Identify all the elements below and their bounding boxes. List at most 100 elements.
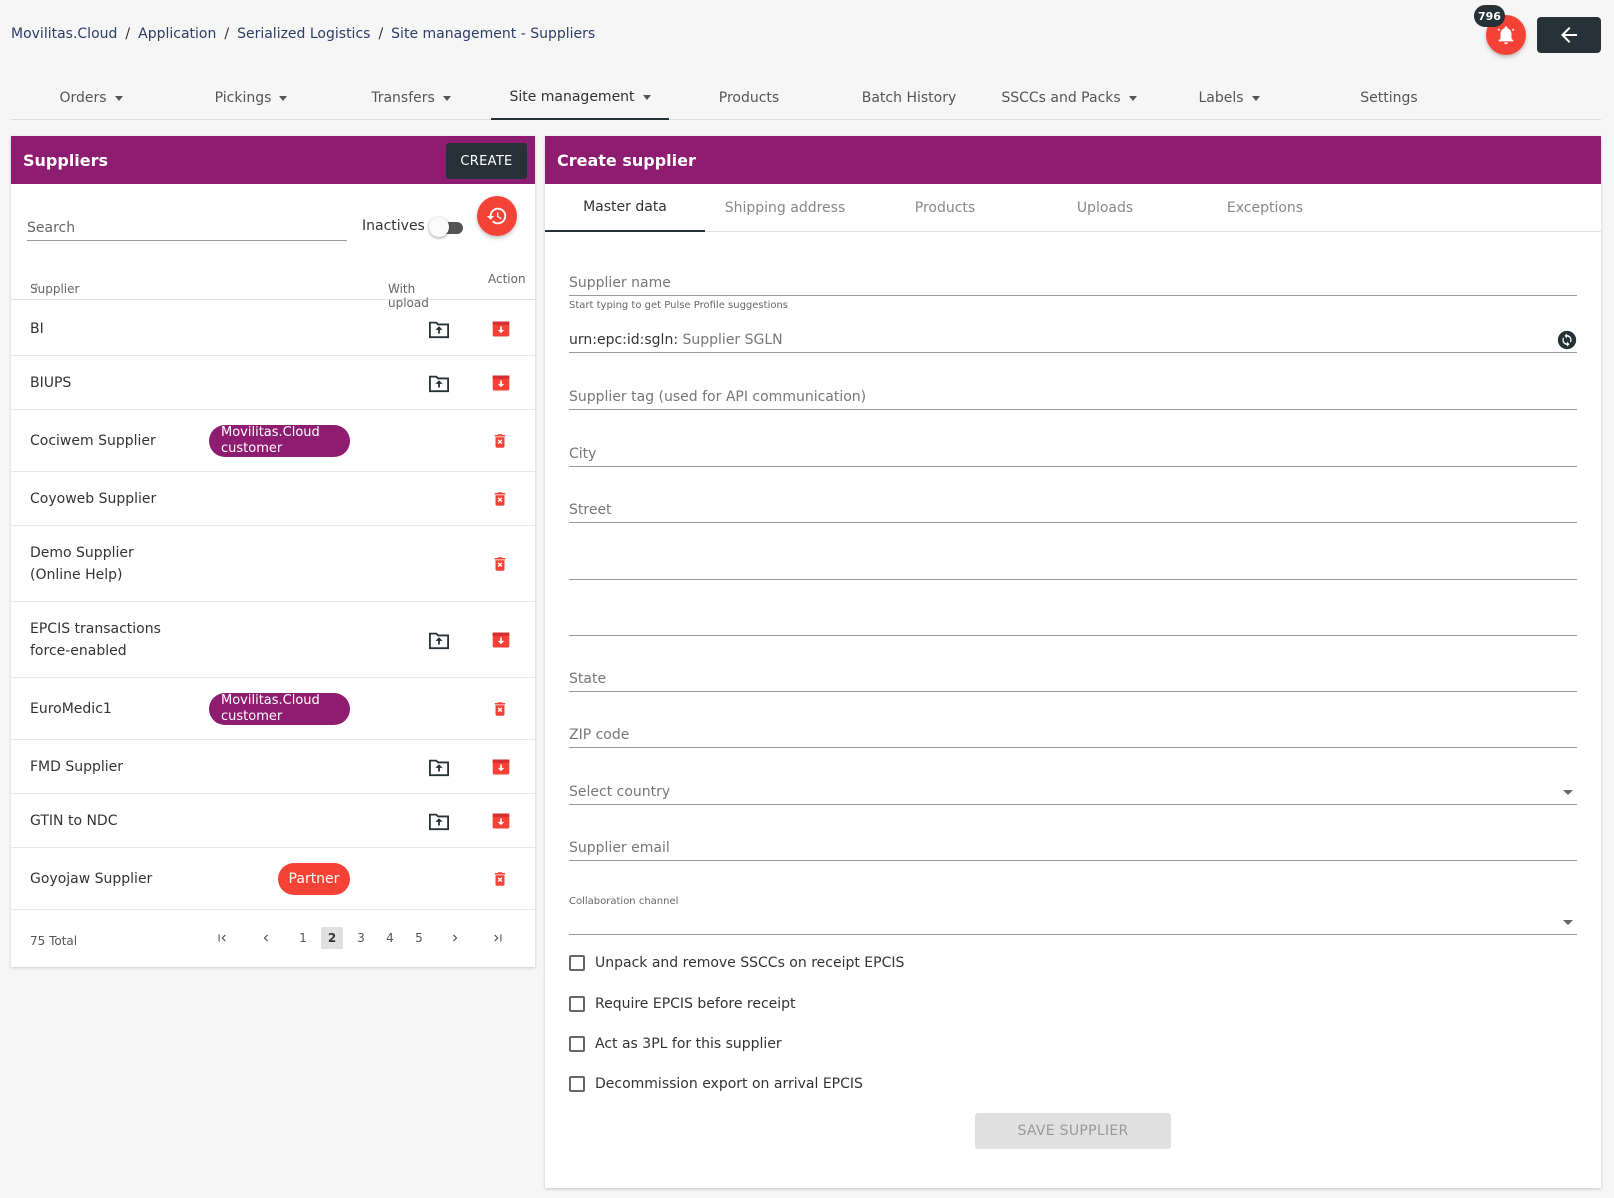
folder-upload-icon[interactable] [428, 630, 450, 654]
table-row[interactable]: FMD Supplier [11, 740, 535, 794]
table-row[interactable]: Cociwem Supplier Movilitas.Cloud customer [11, 410, 535, 472]
tab-exceptions[interactable]: Exceptions [1185, 184, 1345, 232]
street2-field[interactable] [569, 556, 1577, 580]
page-1[interactable]: 1 [292, 927, 314, 949]
decommission-export-checkbox[interactable]: Decommission export on arrival EPCIS [569, 1076, 863, 1092]
supplier-name: Coyoweb Supplier [30, 491, 157, 507]
supplier-name: BI [30, 321, 44, 337]
nav-labels[interactable]: Labels [1149, 76, 1309, 120]
last-page-button[interactable] [487, 927, 509, 949]
tab-master-data[interactable]: Master data [545, 184, 705, 232]
first-page-button[interactable] [211, 927, 233, 949]
table-row[interactable]: BIUPS [11, 356, 535, 410]
supplier-name: Goyojaw Supplier [30, 871, 153, 887]
table-row[interactable]: Demo Supplier (Online Help) [11, 526, 535, 602]
main-nav: Orders Pickings Transfers Site managemen… [11, 76, 1601, 120]
delete-icon[interactable] [491, 489, 509, 513]
street3-field[interactable] [569, 612, 1577, 636]
page-2[interactable]: 2 [321, 927, 343, 949]
caret-down-icon [279, 95, 288, 101]
country-select[interactable]: Select country [569, 781, 1577, 805]
sync-icon[interactable] [1557, 330, 1577, 350]
collaboration-channel-select[interactable] [569, 911, 1577, 935]
page-4[interactable]: 4 [379, 927, 401, 949]
delete-icon[interactable] [491, 869, 509, 893]
prev-page-button[interactable] [255, 927, 277, 949]
table-row[interactable]: GTIN to NDC [11, 794, 535, 848]
supplier-name: EPCIS transactions force-enabled [30, 621, 161, 659]
table-row[interactable]: EPCIS transactions force-enabled [11, 602, 535, 678]
page-3[interactable]: 3 [350, 927, 372, 949]
nav-orders[interactable]: Orders [11, 76, 171, 120]
archive-icon[interactable] [491, 630, 511, 654]
archive-icon[interactable] [491, 319, 511, 343]
sgln-placeholder: Supplier SGLN [682, 332, 783, 348]
nav-ssccs-and-packs[interactable]: SSCCs and Packs [989, 76, 1149, 120]
next-page-button[interactable] [444, 927, 466, 949]
supplier-name: Cociwem Supplier [30, 433, 156, 449]
back-button[interactable] [1537, 17, 1601, 53]
nav-transfers[interactable]: Transfers [331, 76, 491, 120]
supplier-sgln-field[interactable]: urn:epc:id:sgln: Supplier SGLN [569, 329, 1577, 353]
supplier-email-field[interactable]: Supplier email [569, 837, 1577, 861]
state-field[interactable]: State [569, 668, 1577, 692]
folder-upload-icon[interactable] [428, 319, 450, 343]
breadcrumb-item[interactable]: Site management - Suppliers [391, 26, 595, 42]
table-row[interactable]: BI [11, 302, 535, 356]
require-epcis-checkbox[interactable]: Require EPCIS before receipt [569, 996, 796, 1012]
suppliers-header: Suppliers CREATE [11, 136, 535, 184]
nav-batch-history[interactable]: Batch History [829, 76, 989, 120]
folder-upload-icon[interactable] [428, 373, 450, 397]
caret-down-icon [114, 95, 123, 101]
customer-chip: Movilitas.Cloud customer [209, 425, 350, 457]
checkbox-box[interactable] [569, 996, 585, 1012]
suppliers-title: Suppliers [23, 150, 109, 170]
city-field[interactable]: City [569, 443, 1577, 467]
chevron-right-icon [453, 934, 458, 942]
checkbox-box[interactable] [569, 1036, 585, 1052]
tab-shipping-address[interactable]: Shipping address [705, 184, 865, 232]
supplier-name-field[interactable]: Supplier name [569, 272, 1577, 296]
delete-icon[interactable] [491, 431, 509, 455]
table-row[interactable]: Goyojaw Supplier Partner [11, 848, 535, 910]
breadcrumb-item[interactable]: Movilitas.Cloud [11, 26, 117, 42]
folder-upload-icon[interactable] [428, 757, 450, 781]
checkbox-box[interactable] [569, 1076, 585, 1092]
restore-history-button[interactable] [477, 196, 517, 236]
tab-uploads[interactable]: Uploads [1025, 184, 1185, 232]
street-field[interactable]: Street [569, 499, 1577, 523]
breadcrumb-item[interactable]: Application [138, 26, 216, 42]
suppliers-table-header: Supplier ⇕ With upload ⇕ Action [11, 262, 535, 310]
caret-down-icon [642, 94, 651, 100]
archive-icon[interactable] [491, 373, 511, 397]
tab-products[interactable]: Products [865, 184, 1025, 232]
delete-icon[interactable] [491, 554, 509, 578]
table-row[interactable]: EuroMedic1 Movilitas.Cloud customer [11, 678, 535, 740]
search-input[interactable] [27, 215, 347, 241]
page-5[interactable]: 5 [408, 927, 430, 949]
nav-products[interactable]: Products [669, 76, 829, 120]
checkbox-box[interactable] [569, 955, 585, 971]
table-row[interactable]: Coyoweb Supplier [11, 472, 535, 526]
caret-down-icon [1563, 790, 1573, 795]
nav-settings[interactable]: Settings [1309, 76, 1469, 120]
supplier-name-hint: Start typing to get Pulse Profile sugges… [569, 300, 789, 311]
breadcrumb-item[interactable]: Serialized Logistics [237, 26, 370, 42]
zip-code-field[interactable]: ZIP code [569, 724, 1577, 748]
supplier-tag-field[interactable]: Supplier tag (used for API communication… [569, 386, 1577, 410]
collaboration-channel-label: Collaboration channel [569, 896, 679, 907]
unpack-remove-ssccs-checkbox[interactable]: Unpack and remove SSCCs on receipt EPCIS [569, 955, 904, 971]
archive-icon[interactable] [491, 757, 511, 781]
delete-icon[interactable] [491, 699, 509, 723]
first-page-icon [218, 934, 226, 942]
folder-upload-icon[interactable] [428, 811, 450, 835]
save-supplier-button[interactable]: SAVE SUPPLIER [975, 1113, 1171, 1149]
supplier-name: EuroMedic1 [30, 701, 112, 717]
caret-down-icon [1563, 920, 1573, 925]
nav-pickings[interactable]: Pickings [171, 76, 331, 120]
archive-icon[interactable] [491, 811, 511, 835]
nav-site-management[interactable]: Site management [491, 76, 669, 120]
act-as-3pl-checkbox[interactable]: Act as 3PL for this supplier [569, 1036, 782, 1052]
create-button[interactable]: CREATE [446, 143, 527, 179]
inactives-toggle[interactable] [429, 216, 465, 238]
